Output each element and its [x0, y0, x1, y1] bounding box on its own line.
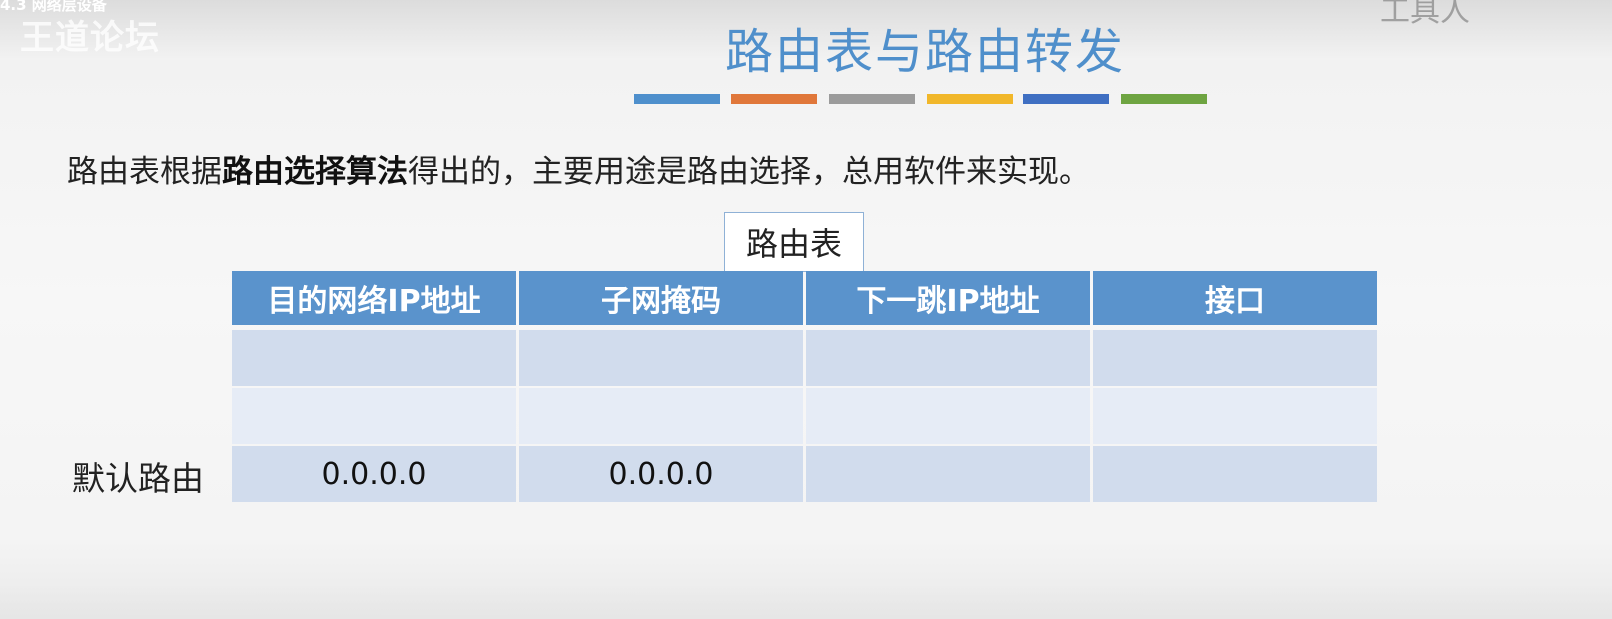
color-bar: [634, 94, 720, 104]
desc-text-before: 路由表根据: [67, 154, 222, 190]
color-bar: [731, 94, 817, 104]
desc-bold-term: 路由选择算法: [222, 154, 408, 190]
col-header-subnet-mask: 子网掩码: [519, 271, 803, 325]
default-route-label: 默认路由: [72, 459, 204, 498]
slide-title: 路由表与路由转发: [724, 24, 1125, 80]
default-route-interface: [1093, 446, 1377, 502]
default-route-next-hop: [806, 446, 1090, 502]
table-cell: [232, 388, 516, 444]
slide-description: 路由表根据路由选择算法得出的，主要用途是路由选择，总用软件来实现。: [67, 146, 1090, 191]
color-bar: [829, 94, 915, 104]
table-cell: [1093, 388, 1377, 444]
desc-text-after: 得出的，主要用途是路由选择，总用软件来实现。: [408, 154, 1090, 190]
col-header-destination: 目的网络IP地址: [232, 271, 516, 325]
table-cell: [232, 330, 516, 386]
table-cell: [519, 388, 803, 444]
table-cell: [1093, 330, 1377, 386]
default-route-mask: 0.0.0.0: [519, 446, 803, 502]
table-cell: [806, 330, 1090, 386]
color-bar: [1121, 94, 1207, 104]
default-route-destination: 0.0.0.0: [232, 446, 516, 502]
table-cell: [519, 330, 803, 386]
bottom-fade: [0, 585, 1612, 619]
col-header-next-hop: 下一跳IP地址: [806, 271, 1090, 325]
col-header-interface: 接口: [1093, 271, 1377, 325]
color-bar: [927, 94, 1013, 104]
table-cell: [806, 388, 1090, 444]
color-bar: [1023, 94, 1109, 104]
routing-table-label: 路由表: [724, 212, 864, 272]
